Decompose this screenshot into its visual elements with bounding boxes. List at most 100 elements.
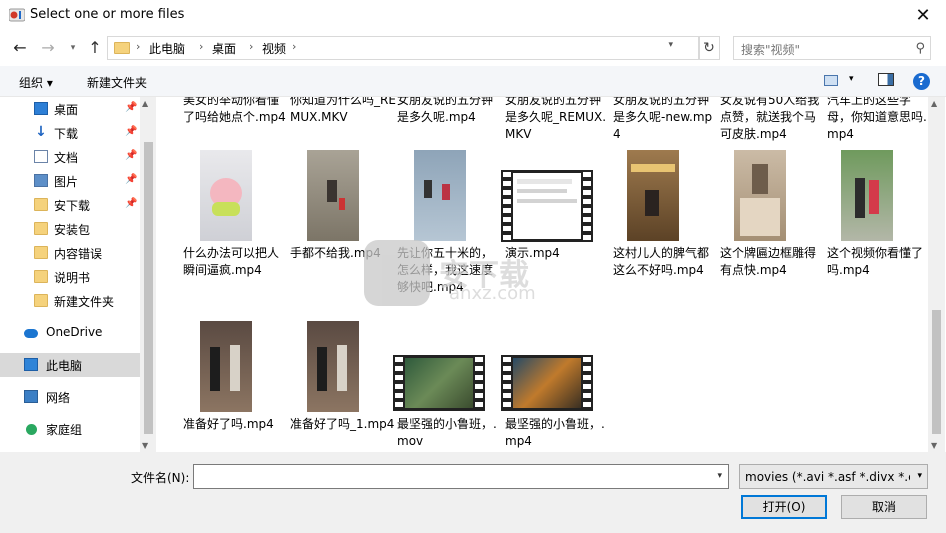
watermark-url: anxz.com (449, 283, 536, 304)
scroll-down-icon[interactable]: ▼ (142, 441, 148, 450)
pin-icon[interactable]: 📌 (125, 150, 137, 161)
sidebar-item-pictures[interactable]: 图片 📌 (0, 169, 140, 193)
pin-icon[interactable]: 📌 (125, 174, 137, 185)
breadcrumb-chevron-icon[interactable]: › (249, 40, 253, 53)
sidebar-item-network[interactable]: 网络 (0, 385, 140, 409)
file-item[interactable]: 这个牌匾边框雕得有点快.mp4 (720, 150, 824, 310)
sidebar-item-downloads[interactable]: ↓ 下载 📌 (0, 121, 140, 145)
file-name: 这村儿人的脾气都这么不好吗.mp4 (613, 246, 710, 277)
watermark: 安下载 anxz.com (364, 240, 588, 310)
file-item[interactable]: 准备好了吗.mp4 (183, 321, 287, 451)
file-type-select[interactable]: movies (*.avi *.asf *.divx *.eye ▾ (739, 464, 928, 489)
video-thumbnail (627, 150, 679, 241)
scroll-up-icon[interactable]: ▲ (931, 99, 937, 108)
file-item[interactable]: 什么办法可以把人瞬间逼疯.mp4 (183, 150, 287, 310)
homegroup-icon (26, 424, 37, 435)
video-thumbnail (841, 150, 893, 241)
breadcrumb-item-this-pc[interactable]: 此电脑 (149, 40, 185, 57)
chevron-down-icon[interactable]: ▾ (717, 471, 722, 481)
file-item[interactable]: 这个视频你看懂了吗.mp4 (827, 150, 928, 310)
sidebar-item-documents[interactable]: 文档 📌 (0, 145, 140, 169)
forward-arrow-icon[interactable]: → (38, 39, 58, 57)
help-icon[interactable]: ? (913, 73, 930, 90)
view-options-chevron-icon[interactable]: ▾ (849, 74, 854, 84)
scrollbar-thumb[interactable] (932, 310, 941, 434)
document-icon (34, 150, 48, 163)
video-thumbnail (307, 150, 359, 241)
file-name: 准备好了吗_1.mp4 (290, 417, 395, 431)
breadcrumb-chevron-icon[interactable]: › (292, 40, 296, 53)
sidebar-item-label: 安装包 (54, 223, 91, 237)
file-item[interactable]: 最坚强的小鲁班，.mov (393, 321, 501, 451)
sidebar-item-label: 下载 (54, 127, 79, 141)
view-mode-icon[interactable] (824, 75, 838, 86)
open-button[interactable]: 打开(O) (741, 495, 827, 519)
network-icon (24, 390, 38, 403)
sidebar-item-anxiazai[interactable]: 安下载 📌 (0, 193, 140, 217)
search-placeholder: 搜索"视频" (741, 43, 801, 57)
organize-button[interactable]: 组织 ▾ (19, 74, 53, 91)
scroll-up-icon[interactable]: ▲ (142, 99, 148, 108)
file-name: 美女的举动你看懂了吗给她点个.mp4 (183, 97, 286, 124)
sidebar-item-label: 内容错误 (54, 247, 103, 261)
breadcrumb[interactable]: › 此电脑 › 桌面 › 视频 › ▾ (107, 36, 700, 60)
file-name: 汽车上的这些字母，你知道意思吗.mp4 (827, 97, 927, 141)
navigation-scrollbar[interactable]: ▲ ▼ (140, 97, 156, 452)
video-thumbnail (200, 150, 252, 241)
video-thumbnail (200, 321, 252, 412)
sidebar-item-this-pc[interactable]: 此电脑 (0, 353, 140, 377)
pin-icon[interactable]: 📌 (125, 102, 137, 113)
breadcrumb-chevron-icon[interactable]: › (199, 40, 203, 53)
pin-icon[interactable]: 📌 (125, 126, 137, 137)
scroll-down-icon[interactable]: ▼ (931, 441, 937, 450)
cancel-button[interactable]: 取消 (841, 495, 927, 519)
close-icon[interactable]: ✕ (900, 0, 946, 31)
file-name: 准备好了吗.mp4 (183, 417, 274, 431)
search-input[interactable]: 搜索"视频" ⚲ (733, 36, 931, 60)
folder-icon (34, 270, 48, 283)
breadcrumb-chevron-icon[interactable]: › (136, 40, 140, 53)
chevron-down-icon[interactable]: ▾ (917, 471, 922, 481)
sidebar-item-label: 桌面 (54, 103, 79, 117)
sidebar-item-installers[interactable]: 安装包 (0, 217, 140, 241)
preview-pane-icon[interactable] (878, 73, 894, 86)
up-arrow-icon[interactable]: ↑ (85, 39, 105, 57)
filename-field[interactable]: ▾ (193, 464, 729, 489)
file-item[interactable]: 最坚强的小鲁班，.mp4 (501, 321, 609, 451)
file-name: 女朋友说的五分钟是多久呢_REMUX.MKV (505, 97, 607, 141)
sidebar-item-label: 家庭组 (46, 423, 83, 437)
sidebar-item-desktop[interactable]: 桌面 📌 (0, 97, 140, 121)
onedrive-icon (24, 329, 38, 338)
sidebar-item-new-folder[interactable]: 新建文件夹 (0, 289, 140, 313)
folder-icon (34, 222, 48, 235)
refresh-icon[interactable]: ↻ (698, 36, 720, 60)
sidebar-item-content-errors[interactable]: 内容错误 (0, 241, 140, 265)
pin-icon[interactable]: 📌 (125, 198, 137, 209)
back-arrow-icon[interactable]: ← (10, 39, 30, 57)
folder-icon (114, 42, 130, 54)
file-name: 女朋友说的五分钟是多久呢-new.mp4 (613, 97, 713, 141)
file-item[interactable]: 准备好了吗_1.mp4 (290, 321, 394, 451)
file-type-value: movies (*.avi *.asf *.divx *.eye (745, 470, 910, 484)
new-folder-button[interactable]: 新建文件夹 (87, 74, 147, 91)
search-icon: ⚲ (915, 41, 925, 56)
folder-icon (34, 294, 48, 307)
breadcrumb-item-desktop[interactable]: 桌面 (212, 40, 236, 57)
folder-icon (34, 198, 48, 211)
address-dropdown-icon[interactable]: ▾ (668, 40, 673, 50)
scrollbar-thumb[interactable] (144, 142, 153, 434)
pictures-icon (34, 174, 48, 187)
sidebar-item-label: 网络 (46, 391, 71, 405)
filename-label: 文件名(N): (131, 471, 190, 485)
sidebar-item-homegroup[interactable]: 家庭组 (0, 417, 140, 441)
sidebar-item-manuals[interactable]: 说明书 (0, 265, 140, 289)
content-scrollbar[interactable]: ▲ ▼ (928, 97, 945, 452)
title-bar: Select one or more files ✕ (0, 0, 946, 31)
file-name: 你知道为什么吗_REMUX.MKV (290, 97, 396, 124)
sidebar-item-label: OneDrive (46, 325, 103, 339)
recent-locations-chevron-icon[interactable]: ▾ (63, 39, 83, 57)
file-item[interactable]: 这村儿人的脾气都这么不好吗.mp4 (613, 150, 717, 310)
sidebar-item-onedrive[interactable]: OneDrive (0, 321, 140, 345)
breadcrumb-item-videos[interactable]: 视频 (262, 40, 286, 57)
file-name: 最坚强的小鲁班，.mov (397, 417, 497, 448)
